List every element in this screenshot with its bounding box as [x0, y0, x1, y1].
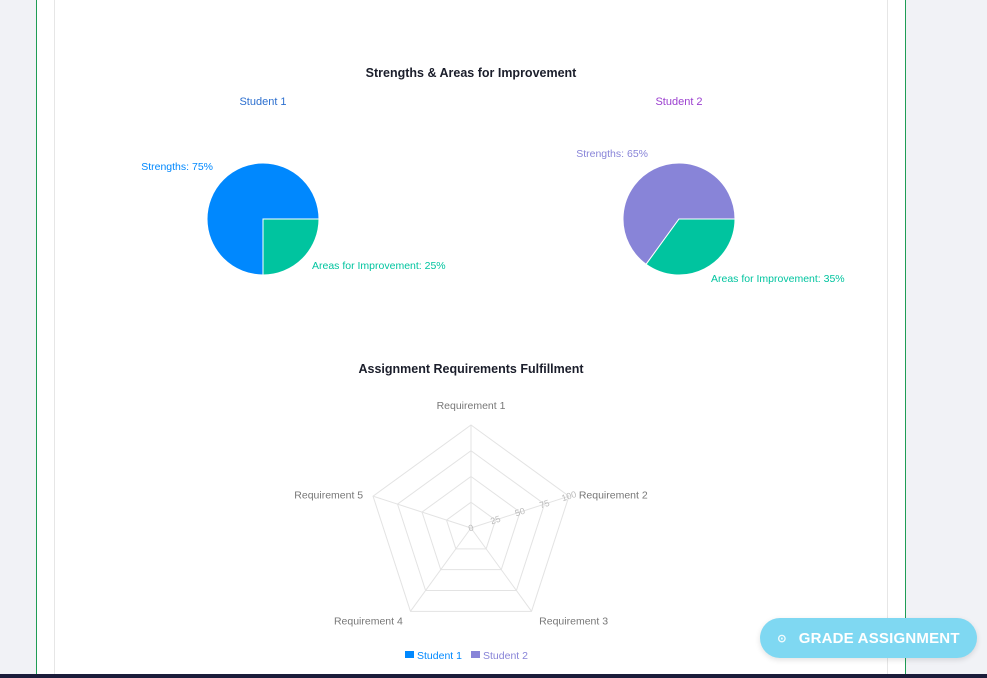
radar-legend: Student 1 Student 2 — [405, 650, 528, 662]
legend-swatch-2 — [471, 651, 480, 658]
pie-section-title: Strengths & Areas for Improvement — [366, 66, 578, 80]
grade-assignment-button[interactable]: ⊙ GRADE ASSIGNMENT — [760, 618, 977, 658]
legend-label-2: Student 2 — [483, 650, 528, 662]
legend-swatch-1 — [405, 651, 414, 658]
radar-axis-label-3: Requirement 3 — [539, 615, 608, 627]
charts-canvas: Strengths & Areas for Improvement Studen… — [141, 66, 844, 662]
radar-axis-label-5: Requirement 5 — [294, 489, 363, 501]
radar-tick-75: 75 — [538, 498, 551, 511]
radar-tick-50: 50 — [514, 506, 527, 519]
pie1-label-strengths: Strengths: 75% — [141, 161, 213, 173]
pie1-slice-areas-for-improvement — [262, 218, 320, 276]
student2-pie-title: Student 2 — [655, 96, 702, 108]
student1-pie-title: Student 1 — [239, 96, 286, 108]
student2-pie: Strengths: 65% Areas for Improvement: 35% — [576, 148, 844, 285]
radar-axis-label-4: Requirement 4 — [334, 615, 403, 627]
grade-assignment-label: GRADE ASSIGNMENT — [798, 629, 960, 647]
check-circle-icon: ⊙ — [777, 632, 787, 645]
pie1-label-areas-for-improvement: Areas for Improvement: 25% — [312, 260, 446, 272]
pie2-label-areas-for-improvement: Areas for Improvement: 35% — [711, 273, 845, 285]
radar-chart: Requirement 1 Requirement 2 Requirement 3 R… — [294, 400, 648, 628]
radar-axis-label-2: Requirement 2 — [579, 489, 648, 501]
bottom-bar — [0, 674, 987, 678]
legend-label-1: Student 1 — [417, 650, 462, 662]
radar-spoke-5 — [372, 495, 472, 529]
radar-axis-label-1: Requirement 1 — [437, 400, 506, 412]
radar-tick-25: 25 — [489, 514, 502, 527]
pie2-label-strengths: Strengths: 65% — [576, 148, 648, 160]
radar-title: Assignment Requirements Fulfillment — [358, 362, 584, 376]
student1-pie: Strengths: 75% Areas for Improvement: 25% — [141, 161, 446, 276]
